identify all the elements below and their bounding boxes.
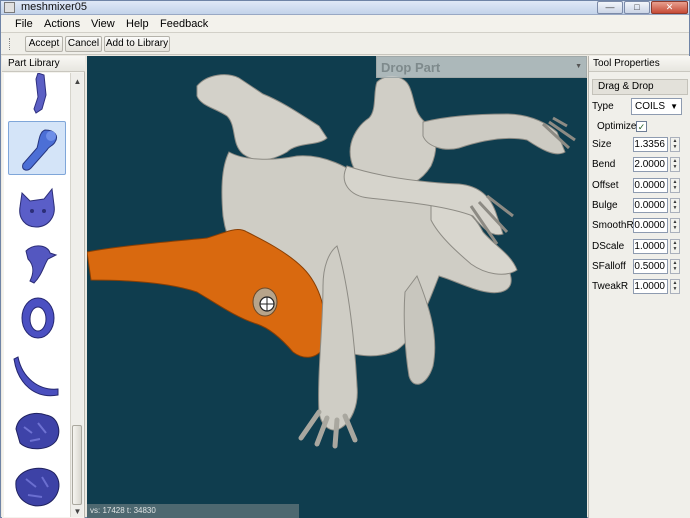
tool-properties-panel: Tool Properties Drag & Drop Type COILS ▼…: [588, 56, 690, 518]
part-thumb[interactable]: [8, 459, 66, 513]
tweakr-label: TweakR: [592, 281, 629, 293]
scrollbar-thumb[interactable]: [72, 425, 82, 505]
tweakr-input[interactable]: 1.0000: [633, 279, 668, 295]
title-bar: meshmixer05 — □ ✕: [1, 1, 689, 15]
offset-label: Offset: [592, 179, 619, 191]
horn-part-icon: [13, 356, 59, 397]
drop-part-title: Drop Part: [381, 60, 441, 75]
offset-spinner[interactable]: ▲ ▼: [670, 177, 680, 193]
ring-part-icon: [21, 297, 55, 339]
menu-file[interactable]: File: [13, 17, 35, 31]
mesh-status-bar: vs: 17428 t: 34830: [87, 504, 299, 518]
cat-head-part-icon: [19, 187, 55, 228]
smoothr-row: SmoothR 0.0000 ▲ ▼: [591, 217, 689, 235]
dscale-row: DScale 1.0000 ▲ ▼: [591, 238, 689, 256]
smoothr-label: SmoothR: [592, 220, 634, 232]
leg-part-icon: [33, 73, 47, 114]
part-thumb[interactable]: [8, 403, 66, 457]
optimize-label: Optimize: [597, 121, 637, 132]
bulge-label: Bulge: [592, 199, 618, 211]
menu-bar: File Actions View Help Feedback: [1, 15, 689, 33]
sfalloff-label: SFalloff: [592, 260, 626, 272]
sfalloff-row: SFalloff 0.5000 ▲ ▼: [591, 258, 689, 276]
bulge-row: Bulge 0.0000 ▲ ▼: [591, 197, 689, 215]
part-library-scrollbar[interactable]: ▲ ▼: [70, 73, 83, 517]
type-label: Type: [592, 101, 614, 112]
sfalloff-input[interactable]: 0.5000: [633, 258, 668, 274]
dscale-label: DScale: [592, 240, 625, 252]
maximize-button[interactable]: □: [624, 1, 650, 14]
add-to-library-button[interactable]: Add to Library: [104, 36, 170, 52]
optimize-row: Optimize ✓: [591, 117, 689, 135]
smoothr-input[interactable]: 0.0000: [633, 218, 668, 234]
bend-row: Bend 2.0000 ▲ ▼: [591, 156, 689, 174]
type-row: Type COILS ▼: [591, 98, 689, 116]
drop-part-panel[interactable]: Drop Part ▼: [376, 56, 587, 78]
menu-feedback[interactable]: Feedback: [158, 17, 210, 31]
bulge-input[interactable]: 0.0000: [633, 197, 668, 213]
part-thumb[interactable]: [8, 179, 66, 233]
arm-part-icon: [22, 129, 58, 171]
chevron-down-icon: ▼: [670, 102, 678, 111]
rock-lump-part-icon: [15, 413, 60, 450]
menu-actions[interactable]: Actions: [42, 17, 82, 31]
size-input[interactable]: 1.3356: [633, 137, 668, 152]
part-thumb[interactable]: [8, 347, 66, 401]
scroll-up-icon[interactable]: ▲: [71, 75, 84, 88]
tweakr-row: TweakR 1.0000 ▲ ▼: [591, 278, 689, 296]
bend-label: Bend: [592, 159, 616, 171]
type-select[interactable]: COILS ▼: [631, 98, 682, 115]
menu-view[interactable]: View: [89, 17, 117, 31]
dscale-spinner[interactable]: ▲ ▼: [670, 238, 680, 254]
offset-input[interactable]: 0.0000: [633, 177, 668, 193]
mesh-model: [87, 74, 576, 449]
dscale-input[interactable]: 1.0000: [633, 238, 668, 254]
part-thumb[interactable]: [8, 291, 66, 345]
offset-row: Offset 0.0000 ▲ ▼: [591, 177, 689, 195]
part-library-panel: Part Library ▲ ▼: [2, 56, 85, 518]
app-icon: [4, 2, 15, 13]
toolbar-grip[interactable]: [9, 38, 12, 50]
menu-help[interactable]: Help: [124, 17, 151, 31]
size-spinner[interactable]: ▲ ▼: [670, 137, 680, 152]
collapse-arrow-icon[interactable]: ▼: [575, 63, 582, 70]
part-thumb[interactable]: [8, 73, 66, 119]
sfalloff-spinner[interactable]: ▲ ▼: [670, 258, 680, 274]
app-window: meshmixer05 — □ ✕ File Actions View Help…: [0, 0, 690, 518]
window-title: meshmixer05: [21, 1, 88, 13]
type-select-value: COILS: [635, 101, 666, 112]
scroll-down-icon[interactable]: ▼: [71, 505, 84, 518]
part-thumb-selected[interactable]: [8, 121, 66, 175]
accept-button[interactable]: Accept: [25, 36, 63, 52]
bird-head-part-icon: [25, 245, 58, 284]
bulge-spinner[interactable]: ▲ ▼: [670, 197, 680, 213]
bend-input[interactable]: 2.0000: [633, 157, 668, 173]
tweakr-spinner[interactable]: ▲ ▼: [670, 279, 680, 295]
close-button[interactable]: ✕: [651, 1, 688, 14]
size-label: Size: [592, 139, 612, 150]
part-library-list: [4, 73, 70, 517]
3d-viewport[interactable]: Drop Part ▼ vs: 17428 t: 34830: [87, 56, 587, 518]
optimize-checkbox[interactable]: ✓: [636, 121, 647, 132]
size-row: Size 1.3356 ▲ ▼: [591, 136, 689, 154]
toolbar: Accept Cancel Add to Library: [1, 33, 689, 55]
part-library-title: Part Library: [2, 56, 85, 72]
smoothr-spinner[interactable]: ▲ ▼: [670, 218, 680, 234]
cancel-button[interactable]: Cancel: [65, 36, 102, 52]
tool-properties-title: Tool Properties: [589, 56, 690, 72]
bend-spinner[interactable]: ▲ ▼: [670, 157, 680, 173]
rock-lump-2-part-icon: [15, 467, 60, 507]
part-thumb[interactable]: [8, 235, 66, 289]
drag-drop-section: Drag & Drop: [592, 79, 688, 95]
minimize-button[interactable]: —: [597, 1, 623, 14]
